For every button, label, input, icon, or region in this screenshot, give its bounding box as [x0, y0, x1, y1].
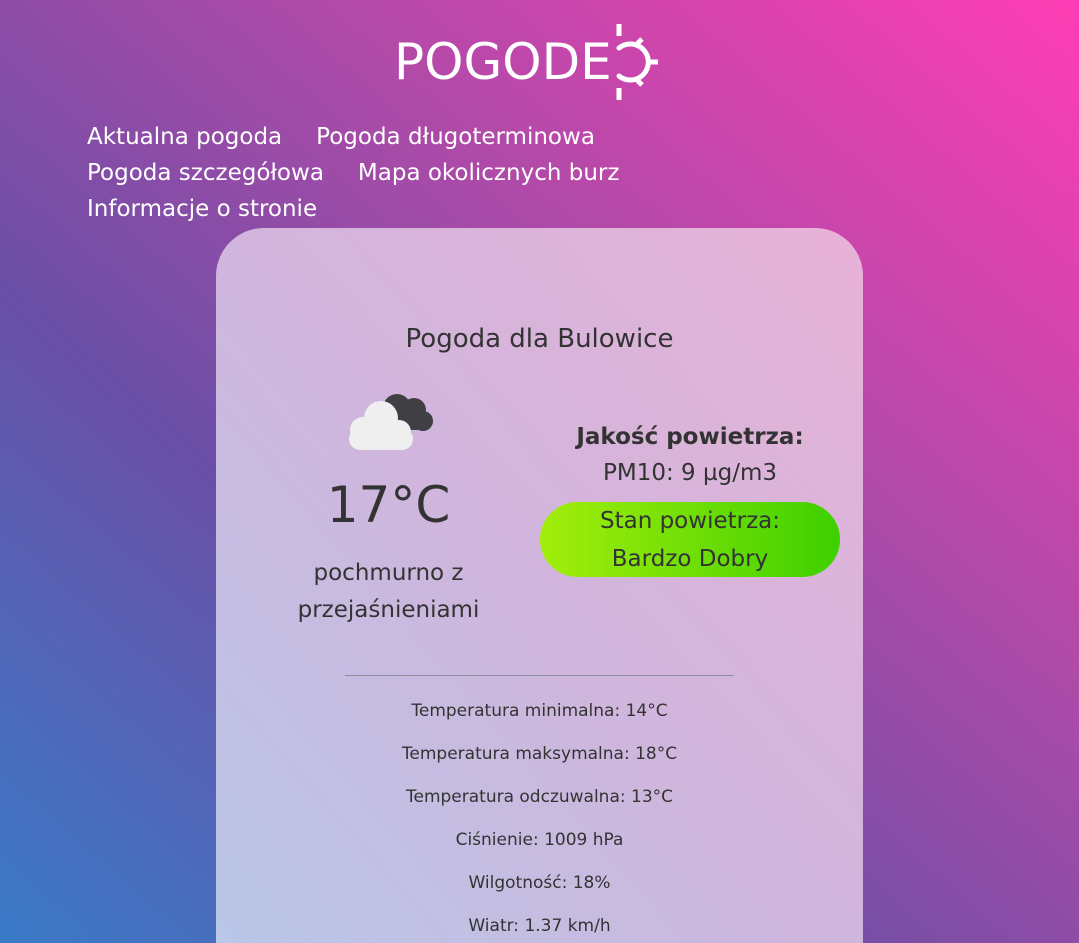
temp-max: Temperatura maksymalna: 18°C — [401, 744, 678, 764]
temperature: 17°C — [326, 476, 451, 534]
air-state-value: Bardzo Dobry — [611, 545, 769, 572]
weather-description-line: przejaśnieniami — [297, 597, 480, 623]
air-state-badge: Stan powietrza: Bardzo Dobry — [540, 502, 840, 577]
nav-long-term-weather[interactable]: Pogoda długoterminowa — [316, 122, 595, 152]
pm10-value: PM10: 9 µg/m3 — [602, 460, 777, 486]
weather-description: pochmurno z przejaśnieniami — [266, 555, 511, 629]
nav-current-weather[interactable]: Aktualna pogoda — [87, 122, 282, 152]
logo[interactable]: POGODE — [394, 24, 660, 100]
temp-min: Temperatura minimalna: 14°C — [411, 701, 668, 721]
weather-title: Pogoda dla Bulowice — [405, 324, 674, 354]
air-quality: Jakość powietrza: PM10: 9 µg/m3 Stan pow… — [540, 424, 840, 577]
humidity: Wilgotność: 18% — [468, 873, 611, 893]
temp-feels-like: Temperatura odczuwalna: 13°C — [405, 787, 674, 807]
pressure: Ciśnienie: 1009 hPa — [455, 830, 624, 850]
weather-details: Temperatura minimalna: 14°C Temperatura … — [216, 700, 863, 943]
nav-storm-map[interactable]: Mapa okolicznych burz — [358, 158, 620, 188]
cloudy-icon — [348, 394, 433, 450]
nav-site-info[interactable]: Informacje o stronie — [87, 194, 317, 224]
air-state-label: Stan powietrza: — [599, 507, 780, 534]
divider — [345, 675, 734, 676]
logo-text: POGODE — [394, 33, 612, 91]
sun-icon — [616, 24, 658, 100]
nav-detailed-weather[interactable]: Pogoda szczegółowa — [87, 158, 324, 188]
current-weather: 17°C pochmurno z przejaśnieniami — [266, 388, 511, 629]
weather-card: Pogoda dla Bulowice 17°C pochmurno z prz… — [216, 228, 863, 943]
air-quality-title: Jakość powietrza: — [576, 424, 804, 450]
weather-description-line: pochmurno z — [313, 560, 464, 586]
wind: Wiatr: 1.37 km/h — [468, 916, 611, 936]
main-nav: Aktualna pogoda Pogoda długoterminowa Po… — [87, 122, 887, 224]
